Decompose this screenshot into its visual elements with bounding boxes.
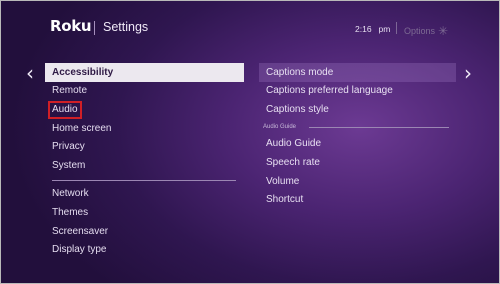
submenu-item-volume[interactable]: Volume xyxy=(259,172,456,191)
audio-guide-section-rule xyxy=(309,127,449,128)
menu-item-audio[interactable]: Audio xyxy=(45,100,244,119)
submenu-item-label: Shortcut xyxy=(266,194,304,205)
submenu-item-label: Audio Guide xyxy=(266,138,322,149)
submenu-item-captions-preferred-language[interactable]: Captions preferred language xyxy=(259,81,456,100)
menu-item-accessibility[interactable]: Accessibility xyxy=(45,63,244,82)
clock-ampm: pm xyxy=(378,24,391,34)
asterisk-icon: ✳ xyxy=(438,24,449,38)
menu-item-label: System xyxy=(52,160,86,171)
menu-item-label: Display type xyxy=(52,244,107,255)
menu-item-label: Privacy xyxy=(52,141,85,152)
forward-arrow-icon[interactable]: › xyxy=(464,63,472,83)
options-label: Options xyxy=(404,26,436,36)
options-button[interactable]: Options ✳ xyxy=(404,23,449,38)
submenu-item-label: Captions preferred language xyxy=(266,85,393,96)
submenu-item-label: Captions style xyxy=(266,104,329,115)
submenu-item-label: Volume xyxy=(266,176,300,187)
clock-time: 2:16 xyxy=(355,24,372,34)
menu-item-home-screen[interactable]: Home screen xyxy=(45,119,244,138)
submenu-item-label: Captions mode xyxy=(266,67,334,78)
submenu-item-speech-rate[interactable]: Speech rate xyxy=(259,153,456,172)
settings-screen: Roku Settings 2:16 pm Options ✳ ‹ › Access… xyxy=(0,0,500,284)
menu-item-label: Network xyxy=(52,188,89,199)
menu-item-network[interactable]: Network xyxy=(45,184,244,203)
menu-item-label: Audio xyxy=(48,101,82,119)
menu-item-label: Remote xyxy=(52,85,88,96)
submenu-item-captions-style[interactable]: Captions style xyxy=(259,100,456,119)
menu-item-remote[interactable]: Remote xyxy=(45,81,244,100)
title-divider xyxy=(94,21,95,35)
header-divider xyxy=(396,22,397,34)
back-arrow-icon[interactable]: ‹ xyxy=(26,63,34,83)
menu-divider xyxy=(52,180,236,181)
audio-guide-section-header: Audio Guide xyxy=(263,124,297,130)
menu-item-themes[interactable]: Themes xyxy=(45,203,244,222)
menu-item-label: Accessibility xyxy=(52,67,114,78)
submenu-item-captions-mode[interactable]: Captions mode xyxy=(259,63,456,82)
menu-item-display-type[interactable]: Display type xyxy=(45,240,244,259)
clock: 2:16 pm xyxy=(355,24,390,34)
submenu-item-shortcut[interactable]: Shortcut xyxy=(259,190,456,209)
roku-logo: Roku xyxy=(50,17,92,35)
menu-item-system[interactable]: System xyxy=(45,156,244,175)
submenu-item-audio-guide[interactable]: Audio Guide xyxy=(259,134,456,153)
menu-item-label: Screensaver xyxy=(52,226,109,237)
menu-item-privacy[interactable]: Privacy xyxy=(45,137,244,156)
submenu-item-label: Speech rate xyxy=(266,157,320,168)
page-title: Settings xyxy=(103,20,149,34)
menu-item-label: Home screen xyxy=(52,123,112,134)
menu-item-screensaver[interactable]: Screensaver xyxy=(45,222,244,241)
menu-item-label: Themes xyxy=(52,207,89,218)
